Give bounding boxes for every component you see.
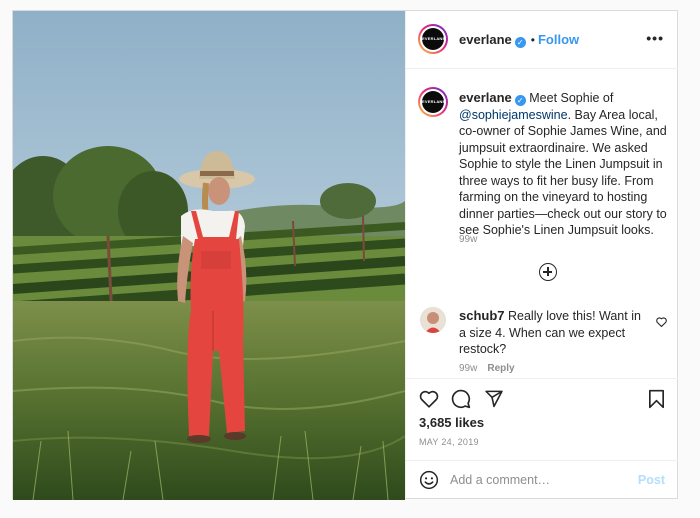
caption-text: . Bay Area local, co-owner of Sophie Jam…: [459, 107, 667, 238]
caption-pre-mention: Meet Sophie of: [529, 91, 614, 105]
post-photo[interactable]: [13, 11, 405, 500]
verified-badge-icon: ✓: [514, 37, 526, 48]
caption-verified-badge-icon: ✓: [514, 95, 526, 106]
comment-like-heart-icon[interactable]: [656, 314, 667, 332]
follow-button[interactable]: Follow: [538, 32, 579, 47]
reply-button[interactable]: Reply: [487, 363, 514, 374]
header-user-line: everlane ✓ • Follow: [459, 32, 579, 48]
header-separator: •: [530, 33, 535, 47]
post-actions: 3,685 likes MAY 24, 2019 Post: [406, 378, 678, 498]
plus-circle-icon[interactable]: [539, 263, 557, 281]
vineyard-photo-illustration: [13, 11, 405, 500]
avatar-logo-text: EVERLANE: [422, 28, 445, 50]
caption-username[interactable]: everlane: [459, 90, 512, 105]
post-date[interactable]: MAY 24, 2019: [419, 437, 479, 447]
likes-count[interactable]: 3,685 likes: [419, 415, 484, 430]
caption-avatar[interactable]: EVERLANE: [418, 87, 448, 117]
instagram-post: EVERLANE everlane ✓ • Follow ••• EVERLANE e…: [12, 10, 678, 500]
comment-timestamp[interactable]: 99w: [459, 363, 477, 374]
more-options-icon[interactable]: •••: [646, 31, 664, 45]
comment-username[interactable]: schub7: [459, 308, 505, 323]
post-header: EVERLANE everlane ✓ • Follow •••: [406, 11, 678, 69]
post-caption: everlane ✓ Meet Sophie of @sophiejameswin…: [459, 90, 669, 239]
comment: schub7 Really love this! Want in a size …: [459, 308, 649, 358]
comment-input[interactable]: [450, 471, 620, 489]
add-comment-bar: Post: [406, 460, 678, 499]
post-sidebar: EVERLANE everlane ✓ • Follow ••• EVERLANE e…: [405, 11, 678, 498]
share-icon[interactable]: [484, 389, 504, 408]
caption-avatar-logo-text: EVERLANE: [422, 91, 445, 113]
caption-timestamp[interactable]: 99w: [459, 234, 477, 245]
caption-mention-link[interactable]: @sophiejameswine: [459, 108, 568, 122]
smiley-icon[interactable]: [419, 470, 439, 490]
bookmark-icon[interactable]: [648, 389, 665, 409]
heart-icon[interactable]: [419, 389, 439, 408]
account-avatar[interactable]: EVERLANE: [418, 24, 448, 54]
commenter-avatar[interactable]: [420, 307, 446, 333]
comment-icon[interactable]: [451, 389, 471, 409]
header-username[interactable]: everlane: [459, 32, 512, 47]
comment-meta: 99w Reply: [459, 363, 515, 374]
post-comment-button[interactable]: Post: [638, 473, 665, 487]
